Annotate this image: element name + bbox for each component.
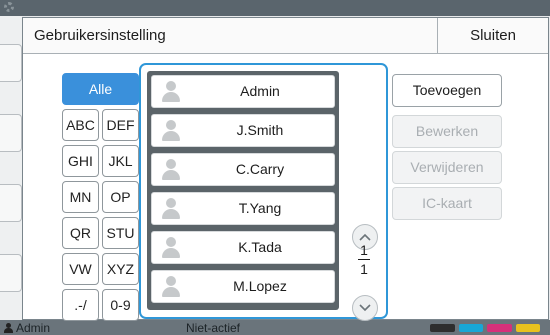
filter-qr-button[interactable]: QR xyxy=(62,217,99,249)
edit-user-button[interactable]: Bewerken xyxy=(392,115,502,148)
user-icon xyxy=(162,159,180,181)
chevron-down-icon xyxy=(359,304,371,312)
user-row-admin[interactable]: Admin xyxy=(151,75,335,108)
background-sidebar-item xyxy=(0,44,22,82)
user-name: Admin xyxy=(240,83,280,99)
background-sidebar-item xyxy=(0,254,22,292)
filter-digits-button[interactable]: 0-9 xyxy=(102,289,139,321)
background-sidebar-item xyxy=(0,184,22,222)
settings-gear-icon xyxy=(4,2,14,12)
user-name: T.Yang xyxy=(238,200,282,216)
user-name: M.Lopez xyxy=(233,278,287,294)
user-list: Admin J.Smith C.Carry T.Yang K.Tada M.Lo… xyxy=(147,71,339,310)
user-row-tyang[interactable]: T.Yang xyxy=(151,192,335,225)
status-user-name: Admin xyxy=(16,321,51,335)
filter-jkl-button[interactable]: JKL xyxy=(102,145,139,177)
chevron-up-icon xyxy=(359,233,371,241)
close-button[interactable]: Sluiten xyxy=(437,18,548,53)
user-row-jsmith[interactable]: J.Smith xyxy=(151,114,335,147)
background-top-bar xyxy=(0,0,550,16)
user-settings-dialog: Gebruikersinstelling Sluiten Alle ABC DE… xyxy=(22,17,549,321)
user-icon xyxy=(162,81,180,103)
page-indicator: 1 1 xyxy=(349,242,379,277)
dialog-title: Gebruikersinstelling xyxy=(34,27,166,44)
filter-symbols-button[interactable]: .-/ xyxy=(62,289,99,321)
filter-xyz-button[interactable]: XYZ xyxy=(102,253,139,285)
user-icon xyxy=(4,323,13,333)
delete-user-button[interactable]: Verwijderen xyxy=(392,151,502,184)
fraction-divider xyxy=(358,259,370,260)
user-icon xyxy=(162,198,180,220)
ic-card-button[interactable]: IC-kaart xyxy=(392,187,502,220)
user-name: C.Carry xyxy=(235,161,285,177)
filter-ghi-button[interactable]: GHI xyxy=(62,145,99,177)
user-row-ktada[interactable]: K.Tada xyxy=(151,231,335,264)
filter-stu-button[interactable]: STU xyxy=(102,217,139,249)
user-icon xyxy=(162,120,180,142)
user-icon xyxy=(162,237,180,259)
user-list-panel: Admin J.Smith C.Carry T.Yang K.Tada M.Lo… xyxy=(139,63,388,321)
filter-mn-button[interactable]: MN xyxy=(62,181,99,213)
background-status-bar: Admin Niet-actief xyxy=(0,320,550,335)
filter-all-button[interactable]: Alle xyxy=(62,73,139,105)
background-sidebar xyxy=(0,16,22,320)
scroll-down-button[interactable] xyxy=(352,295,378,321)
ink-levels-icon xyxy=(430,324,540,332)
filter-def-button[interactable]: DEF xyxy=(102,109,139,141)
filter-vw-button[interactable]: VW xyxy=(62,253,99,285)
filter-op-button[interactable]: OP xyxy=(102,181,139,213)
total-pages: 1 xyxy=(360,261,368,277)
user-name: K.Tada xyxy=(238,239,282,255)
user-row-mlopez[interactable]: M.Lopez xyxy=(151,270,335,303)
current-page: 1 xyxy=(360,242,368,258)
user-icon xyxy=(162,276,180,298)
filter-abc-button[interactable]: ABC xyxy=(62,109,99,141)
background-sidebar-item xyxy=(0,114,22,152)
user-name: J.Smith xyxy=(236,122,284,138)
dialog-header: Gebruikersinstelling Sluiten xyxy=(23,18,548,54)
add-user-button[interactable]: Toevoegen xyxy=(392,74,502,107)
status-printer-state: Niet-actief xyxy=(186,321,241,335)
user-row-ccarry[interactable]: C.Carry xyxy=(151,153,335,186)
